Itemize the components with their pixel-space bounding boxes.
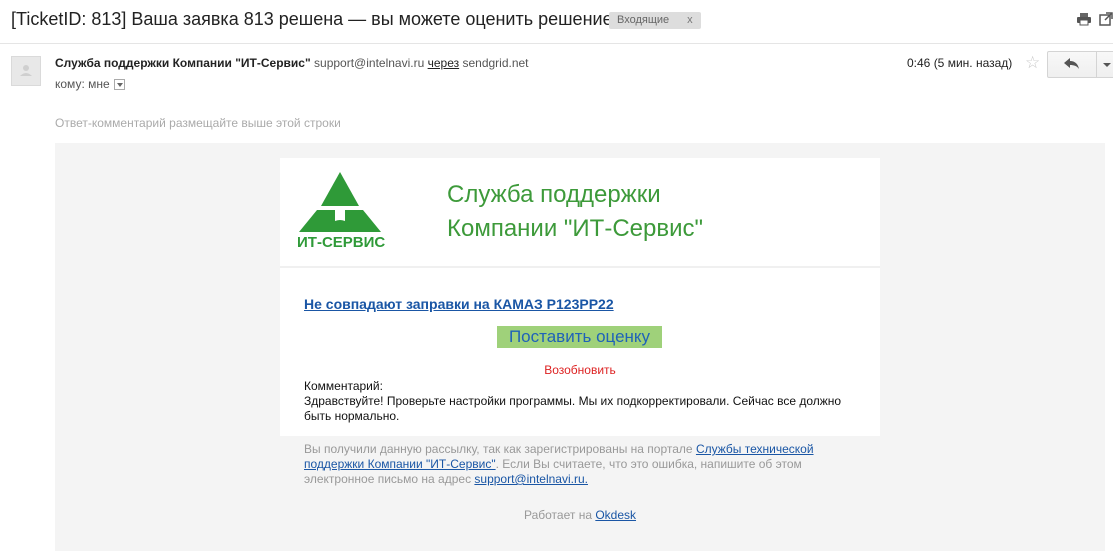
footer-text-1: Вы получили данную рассылку, так как зар…: [304, 442, 696, 456]
comment-label: Комментарий:: [304, 379, 383, 393]
reopen-link-text[interactable]: Возобновить: [544, 363, 616, 377]
sender-email: support@intelnavi.ru: [314, 56, 425, 70]
brand-title: Служба поддержки Компании "ИТ-Сервис": [447, 178, 703, 246]
powered-by: Работает на Okdesk: [55, 508, 1105, 522]
sender-avatar[interactable]: [11, 56, 41, 86]
comment-text: Здравствуйте! Проверьте настройки програ…: [304, 394, 842, 423]
print-icon[interactable]: [1077, 12, 1091, 26]
recipient-details-dropdown[interactable]: [113, 78, 125, 90]
reply-hint: Ответ-комментарий размещайте выше этой с…: [55, 116, 341, 130]
sender-line: Служба поддержки Компании "ИТ-Сервис" su…: [55, 56, 529, 70]
avatar-icon: [20, 65, 32, 76]
star-icon[interactable]: ☆: [1025, 53, 1040, 73]
brand-line-1: Служба поддержки: [447, 181, 661, 208]
reopen-link: Возобновить: [280, 363, 880, 377]
logo-text: ИТ-СЕРВИС: [297, 234, 385, 251]
remove-label-button[interactable]: x: [687, 14, 693, 26]
brand-line-2: Компании "ИТ-Сервис": [447, 215, 704, 242]
notification-card: ИТ-СЕРВИС Служба поддержки Компании "ИТ-…: [280, 158, 880, 436]
new-window-icon[interactable]: [1099, 12, 1113, 26]
reply-button[interactable]: [1047, 51, 1097, 78]
inbox-label[interactable]: Входящие x: [609, 12, 701, 29]
support-email-link[interactable]: support@intelnavi.ru.: [474, 472, 588, 486]
via-link[interactable]: через: [428, 56, 460, 70]
ticket-title-link[interactable]: Не совпадают заправки на КАМАЗ Р123РР22: [304, 296, 614, 312]
rate-button[interactable]: Поставить оценку: [497, 326, 662, 348]
email-body: ИТ-СЕРВИС Служба поддержки Компании "ИТ-…: [55, 143, 1105, 551]
subject-bar: [TicketID: 813] Ваша заявка 813 решена —…: [0, 0, 1113, 44]
more-dropdown-icon[interactable]: [1096, 51, 1113, 78]
header-actions: [1077, 12, 1113, 26]
recipient-line: кому: мне: [55, 77, 125, 91]
okdesk-link[interactable]: Okdesk: [595, 508, 636, 522]
card-header: ИТ-СЕРВИС Служба поддержки Компании "ИТ-…: [280, 158, 880, 268]
via-domain: sendgrid.net: [462, 56, 529, 70]
reply-icon: [1064, 58, 1079, 69]
sender-name[interactable]: Служба поддержки Компании "ИТ-Сервис": [55, 56, 311, 70]
inbox-label-text: Входящие: [617, 14, 670, 26]
powered-text: Работает на: [523, 508, 596, 522]
logo-icon: ИТ-СЕРВИС: [295, 170, 395, 257]
email-time: 0:46 (5 мин. назад): [907, 56, 1013, 70]
footer-note: Вы получили данную рассылку, так как зар…: [304, 442, 864, 487]
recipient-label: кому: мне: [55, 77, 110, 91]
email-subject: [TicketID: 813] Ваша заявка 813 решена —…: [11, 9, 613, 29]
